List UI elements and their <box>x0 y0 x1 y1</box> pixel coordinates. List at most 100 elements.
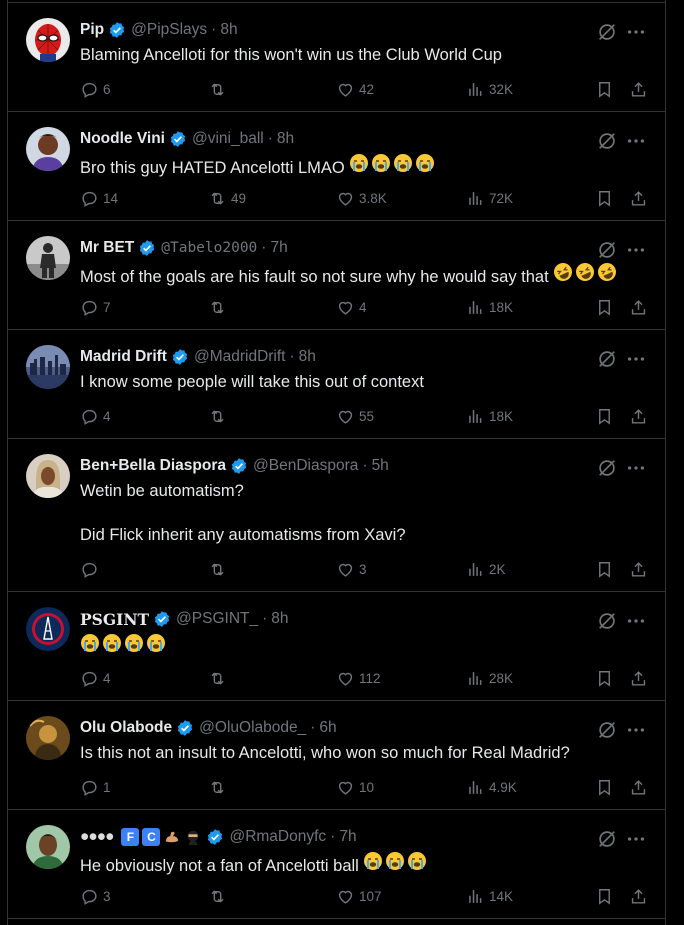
avatar[interactable] <box>26 127 70 171</box>
display-name[interactable]: ●●●● <box>80 828 114 846</box>
views-button[interactable]: 28K <box>466 666 513 690</box>
repost-button[interactable] <box>208 884 231 908</box>
reply-post[interactable]: Madrid Drift @MadridDrift · 8h I know so… <box>8 330 665 439</box>
display-name[interactable]: Olu Olabode <box>80 719 172 737</box>
reply-button[interactable]: 1 <box>80 775 111 799</box>
display-name[interactable]: Ben+Bella Diaspora <box>80 457 226 475</box>
post-time[interactable]: 7h <box>270 239 287 257</box>
repost-button[interactable] <box>208 404 231 428</box>
more-options-icon[interactable] <box>625 130 647 152</box>
reply-button[interactable]: 7 <box>80 295 111 319</box>
post-time[interactable]: 5h <box>372 457 389 475</box>
avatar[interactable] <box>26 607 70 651</box>
avatar[interactable] <box>26 825 70 869</box>
repost-button[interactable] <box>208 666 231 690</box>
share-button[interactable] <box>629 404 648 428</box>
views-button[interactable]: 18K <box>466 295 513 319</box>
reply-button[interactable]: 14 <box>80 186 118 210</box>
bookmark-button[interactable] <box>595 666 614 690</box>
user-handle[interactable]: @PSGINT_ <box>176 610 258 628</box>
share-button[interactable] <box>629 666 648 690</box>
share-button[interactable] <box>629 186 648 210</box>
like-button[interactable]: 3 <box>336 557 367 581</box>
post-time[interactable]: 8h <box>277 130 294 148</box>
reply-post[interactable]: ●●●● F C @RmaDonyfc · 7h He obviously no… <box>8 810 665 919</box>
views-button[interactable]: 2K <box>466 557 506 581</box>
bookmark-button[interactable] <box>595 295 614 319</box>
repost-button[interactable] <box>208 775 231 799</box>
grok-icon[interactable] <box>596 239 618 261</box>
bookmark-button[interactable] <box>595 557 614 581</box>
display-name[interactable]: Mr BET <box>80 239 134 257</box>
views-button[interactable]: 18K <box>466 404 513 428</box>
avatar[interactable] <box>26 345 70 389</box>
post-time[interactable]: 6h <box>319 719 336 737</box>
bookmark-button[interactable] <box>595 775 614 799</box>
more-options-icon[interactable] <box>625 719 647 741</box>
like-button[interactable]: 112 <box>336 666 381 690</box>
grok-icon[interactable] <box>596 21 618 43</box>
display-name[interactable]: Pip <box>80 21 104 39</box>
more-options-icon[interactable] <box>625 828 647 850</box>
user-handle[interactable]: @Tabelo2000 <box>161 240 257 256</box>
like-button[interactable]: 4 <box>336 295 367 319</box>
display-name[interactable]: Madrid Drift <box>80 348 167 366</box>
display-name[interactable]: Noodle Vini <box>80 130 165 148</box>
views-button[interactable]: 32K <box>466 77 513 101</box>
grok-icon[interactable] <box>596 828 618 850</box>
bookmark-button[interactable] <box>595 186 614 210</box>
post-time[interactable]: 8h <box>299 348 316 366</box>
reply-button[interactable] <box>80 557 103 581</box>
reply-button[interactable]: 4 <box>80 404 111 428</box>
more-options-icon[interactable] <box>625 348 647 370</box>
reply-post[interactable]: Ben+Bella Diaspora @BenDiaspora · 5h Wet… <box>8 439 665 592</box>
post-time[interactable]: 8h <box>220 21 237 39</box>
share-button[interactable] <box>629 884 648 908</box>
reply-button[interactable]: 6 <box>80 77 111 101</box>
avatar[interactable] <box>26 18 70 62</box>
share-button[interactable] <box>629 775 648 799</box>
like-button[interactable]: 55 <box>336 404 374 428</box>
like-button[interactable]: 3.8K <box>336 186 387 210</box>
reply-post[interactable]: Olu Olabode @OluOlabode_ · 6h Is this no… <box>8 701 665 810</box>
grok-icon[interactable] <box>596 610 618 632</box>
avatar[interactable] <box>26 716 70 760</box>
user-handle[interactable]: @RmaDonyfc <box>229 828 326 846</box>
reply-post[interactable]: PSGINT @PSGINT_ · 8h 4 112 28K <box>8 592 665 701</box>
repost-button[interactable] <box>208 77 231 101</box>
bookmark-button[interactable] <box>595 884 614 908</box>
share-button[interactable] <box>629 295 648 319</box>
reply-post[interactable]: Mr BET @Tabelo2000 · 7h Most of the goal… <box>8 221 665 330</box>
share-button[interactable] <box>629 77 648 101</box>
views-button[interactable]: 14K <box>466 884 513 908</box>
grok-icon[interactable] <box>596 719 618 741</box>
grok-icon[interactable] <box>596 348 618 370</box>
bookmark-button[interactable] <box>595 77 614 101</box>
post-time[interactable]: 8h <box>271 610 288 628</box>
user-handle[interactable]: @PipSlays <box>131 21 207 39</box>
repost-button[interactable] <box>208 557 231 581</box>
more-options-icon[interactable] <box>625 610 647 632</box>
grok-icon[interactable] <box>596 457 618 479</box>
views-button[interactable]: 4.9K <box>466 775 517 799</box>
like-button[interactable]: 42 <box>336 77 374 101</box>
reply-post[interactable]: Pip @PipSlays · 8h Blaming Ancelloti for… <box>8 3 665 112</box>
avatar[interactable] <box>26 236 70 280</box>
user-handle[interactable]: @vini_ball <box>192 130 264 148</box>
more-options-icon[interactable] <box>625 21 647 43</box>
user-handle[interactable]: @MadridDrift <box>194 348 286 366</box>
grok-icon[interactable] <box>596 130 618 152</box>
like-button[interactable]: 107 <box>336 884 382 908</box>
reply-button[interactable]: 4 <box>80 666 111 690</box>
repost-button[interactable]: 49 <box>208 186 246 210</box>
post-time[interactable]: 7h <box>339 828 356 846</box>
display-name[interactable]: PSGINT <box>80 610 149 629</box>
more-options-icon[interactable] <box>625 457 647 479</box>
views-button[interactable]: 72K <box>466 186 513 210</box>
reply-button[interactable]: 3 <box>80 884 111 908</box>
share-button[interactable] <box>629 557 648 581</box>
user-handle[interactable]: @OluOlabode_ <box>199 719 306 737</box>
reply-post[interactable]: Noodle Vini @vini_ball · 8h Bro this guy… <box>8 112 665 221</box>
bookmark-button[interactable] <box>595 404 614 428</box>
more-options-icon[interactable] <box>625 239 647 261</box>
